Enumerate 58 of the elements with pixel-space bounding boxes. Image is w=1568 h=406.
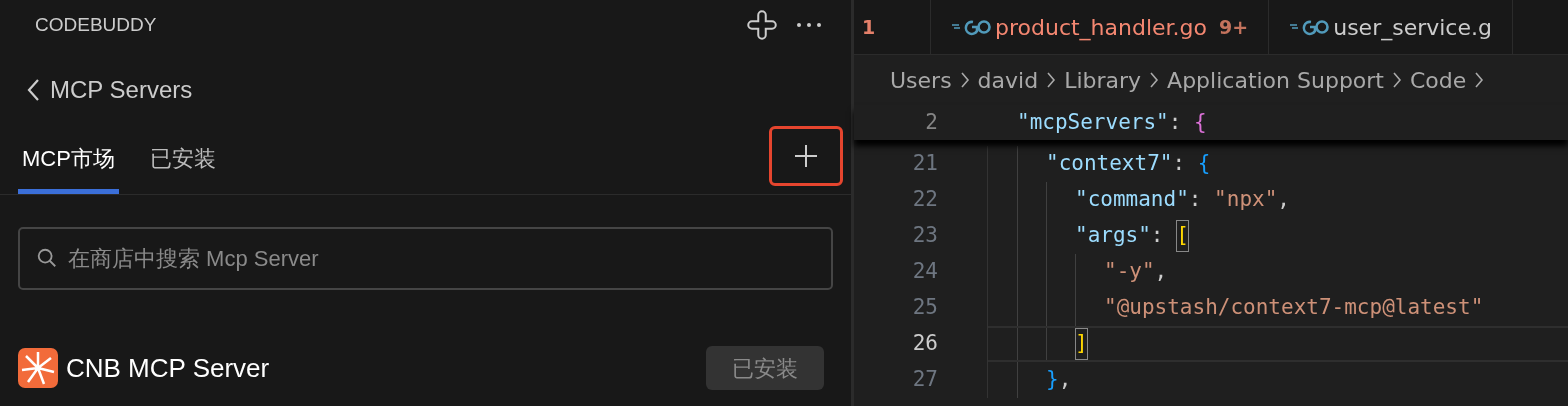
- breadcrumb-item[interactable]: Library: [1064, 63, 1142, 97]
- line-number: 27: [911, 366, 938, 394]
- code-token: :: [1172, 150, 1187, 178]
- tab[interactable]: MCP市场: [18, 127, 119, 194]
- code-token: "command": [1075, 186, 1189, 214]
- code-token: }: [1046, 366, 1059, 394]
- breadcrumb-item[interactable]: Users: [890, 63, 952, 97]
- line-number: 23: [911, 222, 938, 250]
- back-button[interactable]: MCP Servers: [26, 72, 193, 108]
- server-name: CNB MCP Server: [66, 351, 271, 385]
- go-file-icon: [1289, 18, 1330, 36]
- code-token: ,: [1154, 258, 1168, 286]
- add-server-button[interactable]: [769, 126, 843, 186]
- breadcrumb-item[interactable]: david: [977, 63, 1039, 97]
- chevron-right-icon: [1392, 71, 1402, 89]
- code-token: ,: [1277, 186, 1290, 214]
- code-token: "args": [1075, 222, 1151, 250]
- code-token: "mcpServers": [1017, 108, 1169, 136]
- code-token: :: [1168, 108, 1183, 136]
- editor-tab[interactable]: product_handler.go 9+: [931, 0, 1270, 54]
- code-token: "-y": [1104, 258, 1155, 286]
- install-button[interactable]: 已安装: [706, 346, 824, 390]
- code-token: ]: [1075, 328, 1088, 360]
- panel-title: CODEBUDDY: [35, 12, 157, 37]
- line-number: 24: [911, 258, 938, 286]
- code-token: :: [1188, 186, 1203, 214]
- search-icon: [36, 247, 58, 269]
- problem-count: 9+: [1219, 14, 1249, 40]
- code-token: {: [1194, 108, 1207, 136]
- code-token: [: [1176, 220, 1189, 252]
- chevron-right-icon: [1046, 71, 1057, 89]
- code-token: ,: [1058, 366, 1072, 394]
- chevron-right-icon: [959, 71, 970, 89]
- tab[interactable]: 已安装: [145, 127, 220, 194]
- line-number: 22: [911, 186, 938, 214]
- editor-tab[interactable]: user_service.g: [1269, 0, 1513, 54]
- code-token: {: [1197, 150, 1211, 178]
- chevron-right-icon: [1474, 71, 1485, 89]
- search-field[interactable]: 在商店中搜索 Mcp Server: [18, 227, 833, 290]
- chevron-left-icon: [26, 78, 40, 102]
- line-number: 2: [924, 108, 938, 136]
- chevron-right-icon: [1149, 71, 1160, 89]
- breadcrumb-item[interactable]: Code: [1410, 63, 1467, 97]
- line-number: 21: [911, 150, 938, 178]
- line-number: 25: [911, 294, 938, 322]
- code-token: "@upstash/context7-mcp@latest": [1104, 294, 1484, 322]
- server-logo-icon: [18, 348, 58, 388]
- more-icon[interactable]: [795, 21, 823, 29]
- tab-title: product_handler.go: [995, 13, 1208, 43]
- code-token: "context7": [1046, 150, 1173, 178]
- go-file-icon: [951, 18, 991, 36]
- code-token: :: [1150, 222, 1165, 250]
- tab-title: user_service.g: [1333, 13, 1492, 43]
- plus-icon: [794, 144, 818, 168]
- code-token: "npx": [1214, 186, 1278, 214]
- line-number: 26: [911, 330, 938, 358]
- group-number: 1: [854, 0, 931, 54]
- breadcrumb-item[interactable]: Application Support: [1167, 63, 1384, 97]
